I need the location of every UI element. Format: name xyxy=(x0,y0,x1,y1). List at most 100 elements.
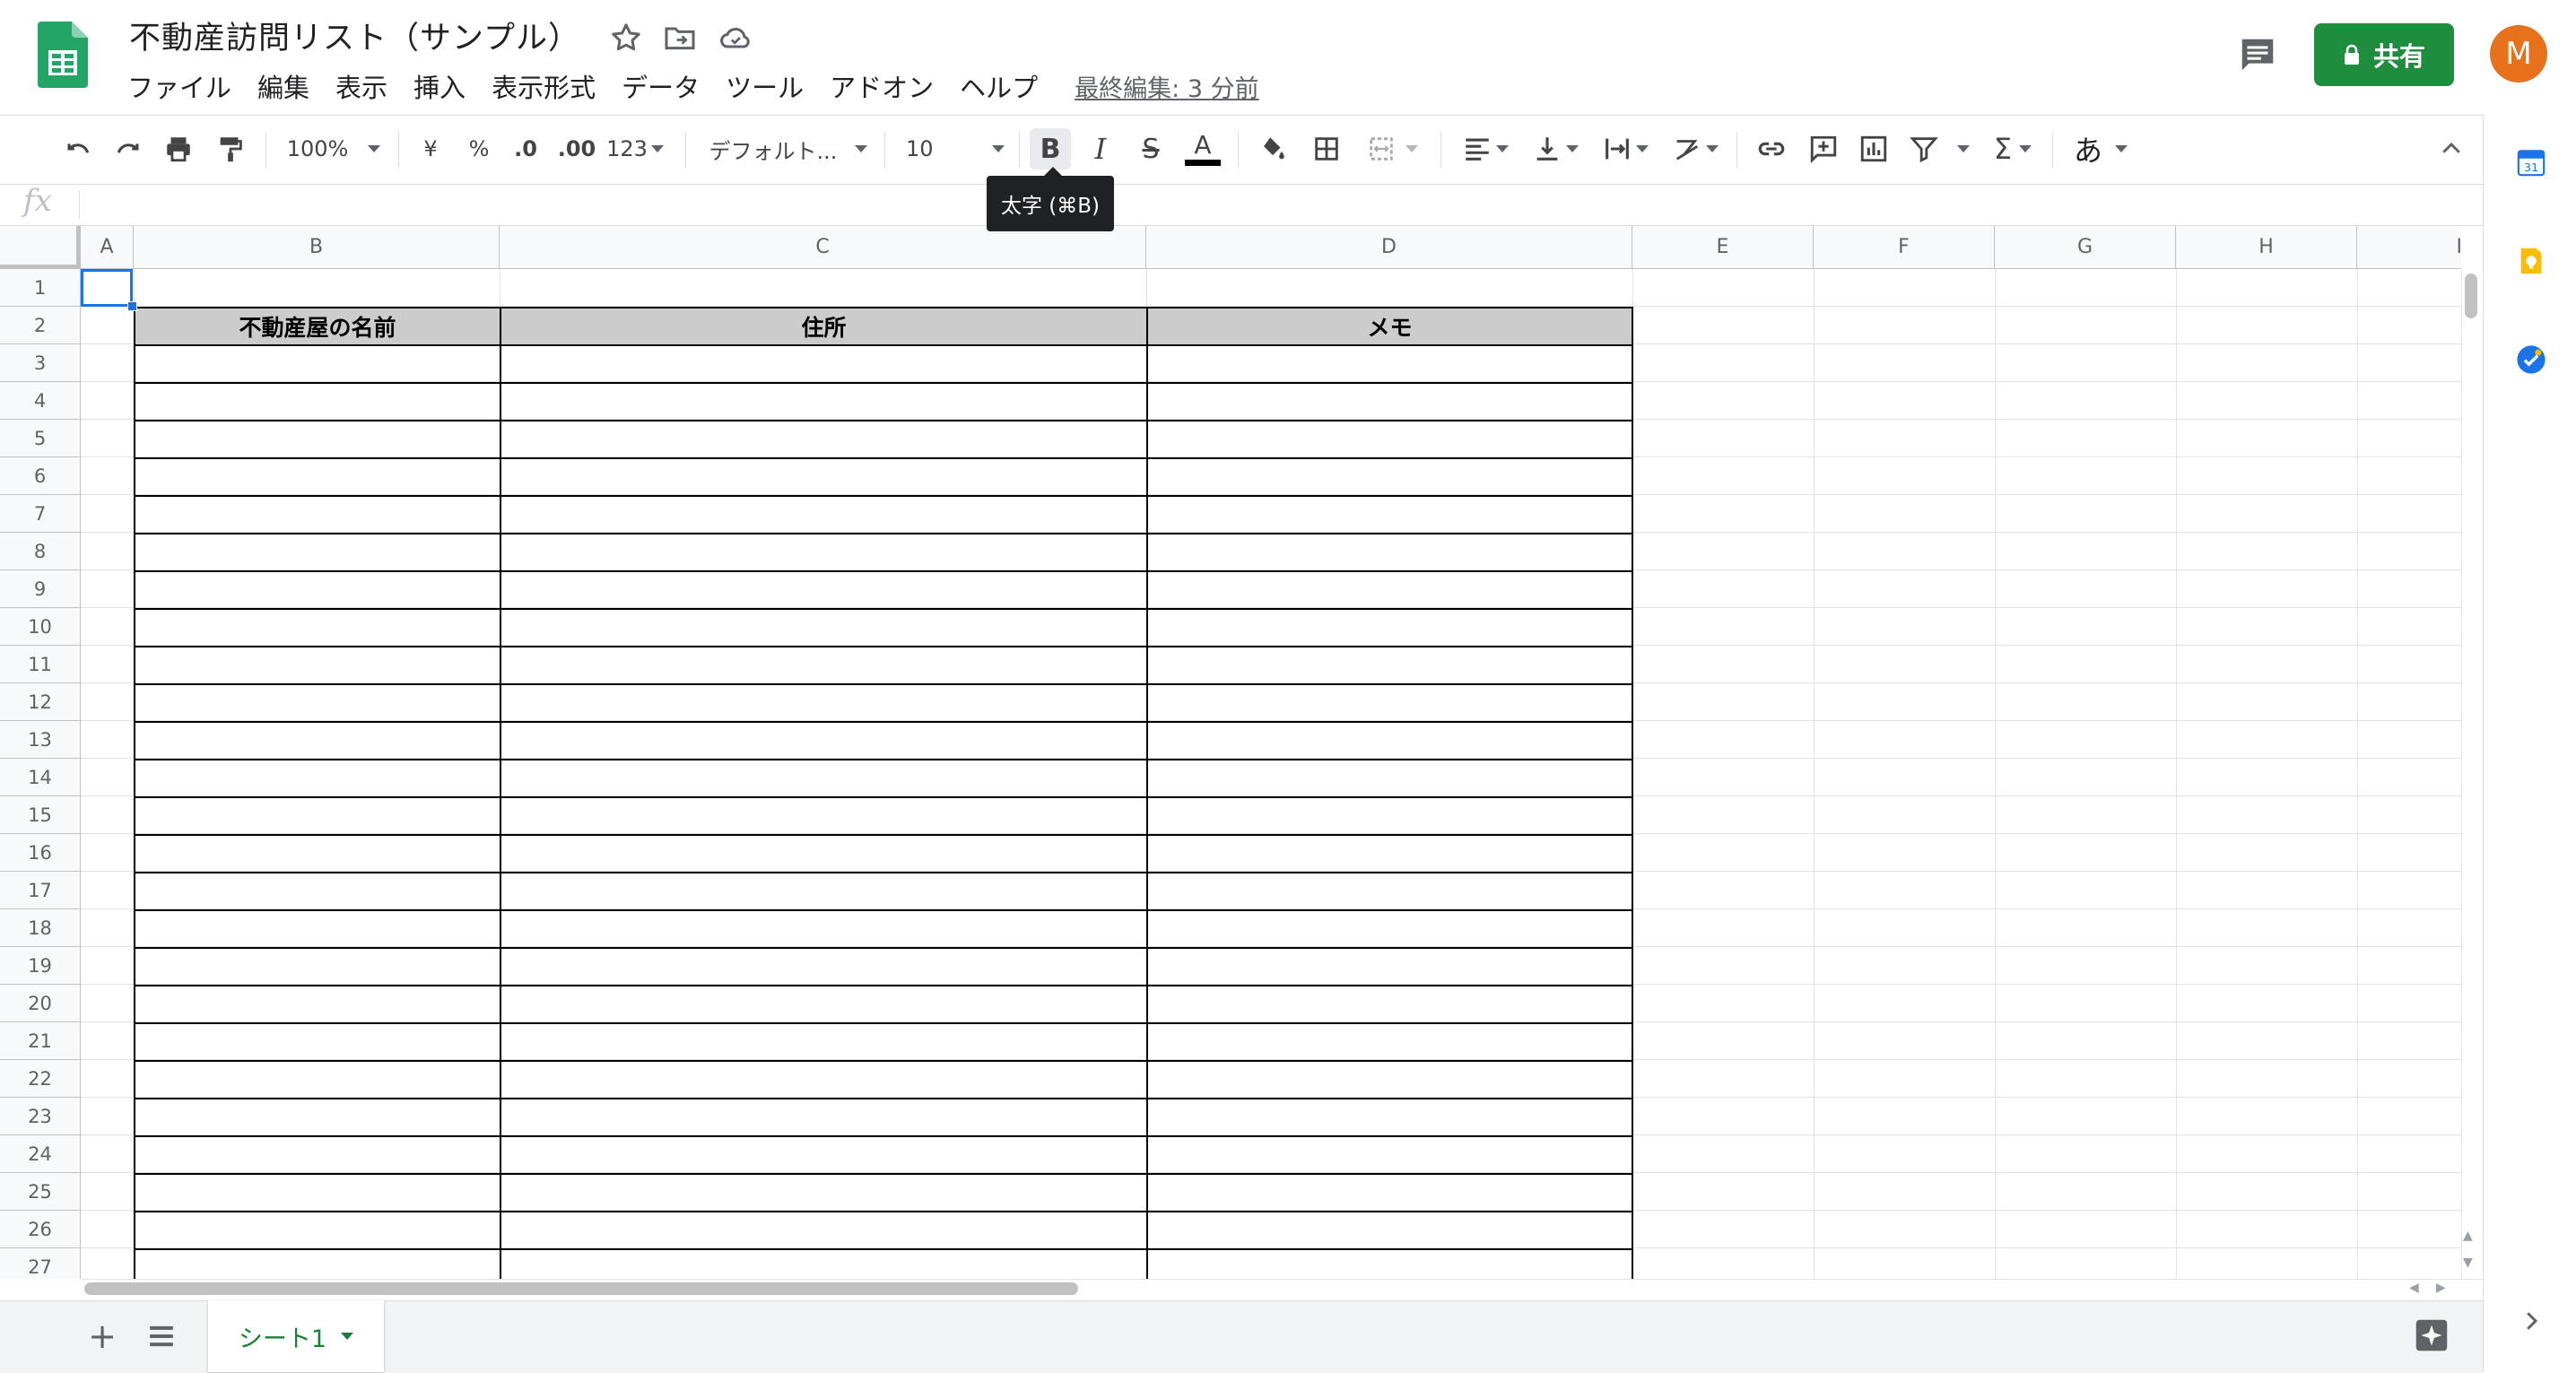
table-row[interactable] xyxy=(135,723,1632,760)
account-avatar[interactable]: M xyxy=(2490,25,2547,83)
document-title[interactable]: 不動産訪問リスト（サンプル） xyxy=(129,13,580,58)
explore-icon[interactable] xyxy=(2411,1315,2452,1356)
row-header[interactable]: 11 xyxy=(0,646,81,683)
row-header[interactable]: 8 xyxy=(0,533,81,570)
decrease-decimal-button[interactable]: .0 xyxy=(508,128,544,169)
menu-format[interactable]: 表示形式 xyxy=(492,67,596,105)
merge-cells-button[interactable] xyxy=(1358,128,1426,169)
table-row[interactable] xyxy=(135,308,1632,346)
table-row[interactable] xyxy=(135,384,1632,421)
expand-panel-chevron-icon[interactable] xyxy=(2518,1308,2545,1334)
star-icon[interactable] xyxy=(608,20,644,56)
row-header[interactable]: 5 xyxy=(0,420,81,457)
column-header-a[interactable]: A xyxy=(81,226,134,269)
input-tools-button[interactable]: あ xyxy=(2068,128,2133,169)
row-header[interactable]: 26 xyxy=(0,1211,81,1248)
menu-data[interactable]: データ xyxy=(622,67,700,105)
currency-format-button[interactable]: ¥ xyxy=(414,128,447,169)
table-row[interactable] xyxy=(135,911,1632,949)
menu-addons[interactable]: アドオン xyxy=(830,67,934,105)
menu-edit[interactable]: 編集 xyxy=(257,67,309,105)
column-header-h[interactable]: H xyxy=(2176,226,2357,269)
share-button[interactable]: 共有 xyxy=(2314,23,2454,86)
table-row[interactable] xyxy=(135,1175,1632,1212)
table-row[interactable] xyxy=(135,798,1632,836)
scroll-left-arrow-icon[interactable]: ◀ xyxy=(2409,1281,2419,1295)
print-icon[interactable] xyxy=(160,128,197,169)
insert-comment-icon[interactable] xyxy=(1803,128,1844,169)
table-row[interactable] xyxy=(135,1024,1632,1062)
percent-format-button[interactable]: % xyxy=(463,128,495,169)
select-all-corner[interactable] xyxy=(0,226,81,269)
column-header-f[interactable]: F xyxy=(1814,226,1995,269)
font-family-select[interactable]: デフォルト... xyxy=(705,128,872,169)
filter-views-dropdown[interactable] xyxy=(1952,128,1975,169)
row-header[interactable]: 2 xyxy=(0,307,81,344)
row-header[interactable]: 13 xyxy=(0,721,81,759)
table-row[interactable] xyxy=(135,647,1632,685)
row-header[interactable]: 22 xyxy=(0,1060,81,1098)
move-to-folder-icon[interactable] xyxy=(662,20,698,56)
add-sheet-button[interactable]: + xyxy=(83,1317,122,1356)
menu-file[interactable]: ファイル xyxy=(127,67,231,105)
calendar-icon[interactable]: 31 xyxy=(2516,147,2546,178)
row-header[interactable]: 6 xyxy=(0,457,81,495)
redo-icon[interactable] xyxy=(109,128,147,169)
table-row[interactable] xyxy=(135,836,1632,873)
increase-decimal-button[interactable]: .00 xyxy=(554,128,599,169)
insert-chart-icon[interactable] xyxy=(1853,128,1894,169)
row-header[interactable]: 21 xyxy=(0,1022,81,1060)
selected-cell-a1[interactable] xyxy=(81,269,133,307)
scroll-right-arrow-icon[interactable]: ▶ xyxy=(2436,1281,2446,1295)
bold-button[interactable]: B xyxy=(1030,128,1071,169)
paint-format-icon[interactable] xyxy=(212,128,249,169)
row-header[interactable]: 1 xyxy=(0,269,81,307)
sheet-tab[interactable]: シート1 xyxy=(208,1300,384,1372)
menu-help[interactable]: ヘルプ xyxy=(960,67,1038,105)
vertical-scroll-thumb[interactable] xyxy=(2465,274,2477,318)
column-header-i[interactable]: I xyxy=(2357,226,2461,269)
scroll-up-arrow-icon[interactable]: ▲ xyxy=(2463,1229,2473,1243)
table-row[interactable] xyxy=(135,421,1632,459)
row-header[interactable]: 10 xyxy=(0,608,81,646)
keep-icon[interactable] xyxy=(2516,246,2546,276)
sheets-logo-icon[interactable] xyxy=(38,22,88,88)
row-header[interactable]: 12 xyxy=(0,683,81,721)
column-header-g[interactable]: G xyxy=(1995,226,2176,269)
table-row[interactable] xyxy=(135,685,1632,723)
column-header-e[interactable]: E xyxy=(1632,226,1814,269)
row-header[interactable]: 19 xyxy=(0,947,81,985)
table-row[interactable] xyxy=(135,1250,1632,1279)
column-header-d[interactable]: D xyxy=(1146,226,1632,269)
row-header[interactable]: 18 xyxy=(0,909,81,947)
font-size-select[interactable]: 10 xyxy=(906,128,1005,169)
table-row[interactable] xyxy=(135,873,1632,911)
text-rotation-button[interactable] xyxy=(1665,128,1726,169)
zoom-select[interactable]: 100% xyxy=(283,128,384,169)
table-row[interactable] xyxy=(135,346,1632,384)
horizontal-scroll-thumb[interactable] xyxy=(84,1282,1078,1295)
cloud-saved-icon[interactable] xyxy=(718,20,753,56)
table-row[interactable] xyxy=(135,459,1632,497)
table-row[interactable] xyxy=(135,534,1632,572)
table-row[interactable] xyxy=(135,572,1632,610)
row-header[interactable]: 17 xyxy=(0,872,81,909)
spreadsheet-grid[interactable]: A B C D E F G H I 1 2 3 4 5 6 7 8 9 10 11 12 13 14 15 1… xyxy=(0,226,2461,1279)
table-row[interactable] xyxy=(135,1212,1632,1250)
table-row[interactable] xyxy=(135,1062,1632,1099)
undo-icon[interactable] xyxy=(59,128,97,169)
row-header[interactable]: 23 xyxy=(0,1098,81,1135)
menu-insert[interactable]: 挿入 xyxy=(413,67,466,105)
row-header[interactable]: 7 xyxy=(0,495,81,533)
row-header[interactable]: 14 xyxy=(0,759,81,796)
tasks-icon[interactable] xyxy=(2516,344,2546,375)
more-formats-button[interactable]: 123 xyxy=(606,128,664,169)
text-wrap-button[interactable] xyxy=(1595,128,1656,169)
row-header[interactable]: 3 xyxy=(0,344,81,382)
scroll-down-arrow-icon[interactable]: ▼ xyxy=(2463,1256,2473,1270)
horizontal-align-button[interactable] xyxy=(1455,128,1516,169)
all-sheets-menu-icon[interactable] xyxy=(142,1317,181,1356)
fill-color-icon[interactable] xyxy=(1252,128,1293,169)
borders-icon[interactable] xyxy=(1306,128,1347,169)
filter-icon[interactable] xyxy=(1903,128,1945,169)
